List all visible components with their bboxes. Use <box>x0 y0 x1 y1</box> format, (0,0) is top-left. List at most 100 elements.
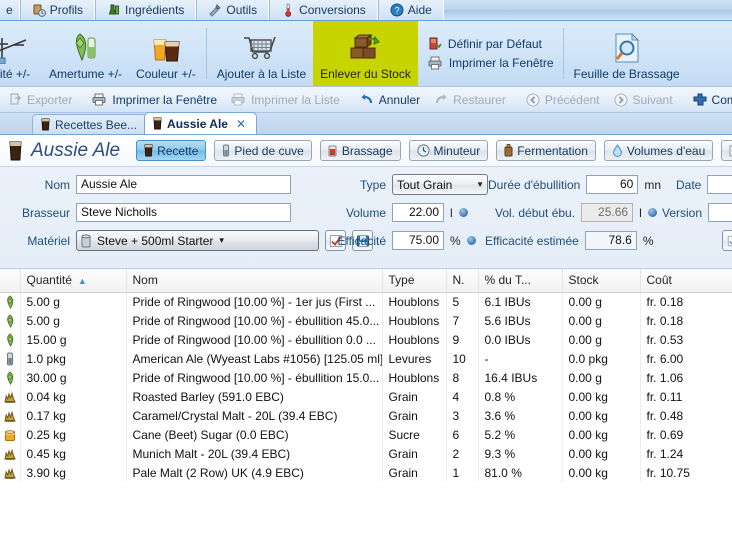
brasseur-input[interactable]: Steve Nicholls <box>76 203 291 222</box>
document-tab-aussie-ale[interactable]: Aussie Ale ✕ <box>144 112 257 134</box>
efficacite-input[interactable]: 75.00 <box>392 231 444 250</box>
cell-type: Grain <box>382 444 446 463</box>
command-export[interactable]: Exporter <box>2 93 79 107</box>
table-row[interactable]: 0.17 kgCaramel/Crystal Malt - 20L (39.4 … <box>0 406 732 425</box>
beer-glass-icon <box>8 140 23 162</box>
ribbon-button-color[interactable]: Couleur +/- <box>129 21 203 86</box>
ribbon-button-set-default[interactable]: Définir par Défaut <box>428 37 554 51</box>
ribbon-button-remove-stock[interactable]: Enlever du Stock <box>313 21 418 86</box>
command-next[interactable]: Suivant <box>607 93 680 107</box>
svg-text:?: ? <box>394 5 399 15</box>
hop-icon <box>4 295 16 309</box>
document-tab-recettes[interactable]: Recettes Bee... <box>32 114 148 134</box>
field-nom: Nom Aussie Ale <box>20 175 291 194</box>
menu-tab-ingredients[interactable]: Ingrédients <box>95 0 196 20</box>
grain-icon <box>4 409 16 423</box>
ingredients-icon <box>107 3 121 17</box>
recipe-form: Nom Aussie Ale Brasseur Steve Nicholls M… <box>0 167 732 269</box>
column-header-quantite[interactable]: Quantité▲ <box>20 269 126 292</box>
extra-button[interactable] <box>722 230 732 251</box>
nom-input[interactable]: Aussie Ale <box>76 175 291 194</box>
command-print-list[interactable]: Imprimer la Liste <box>224 93 347 107</box>
tab-brassage[interactable]: Brassage <box>320 140 401 161</box>
ribbon-button-label: Couleur +/- <box>136 67 196 81</box>
row-icon-cell <box>0 330 20 349</box>
volume-input[interactable]: 22.00 <box>392 203 444 222</box>
column-header-nom[interactable]: Nom <box>126 269 382 292</box>
ribbon-button-gravity[interactable]: sité +/- <box>0 21 42 86</box>
tab-pied-de-cuve[interactable]: Pied de cuve <box>214 140 311 161</box>
brew-sheet-icon <box>610 32 644 64</box>
cell-cout: fr. 0.69 <box>640 425 732 444</box>
menu-tab-clipped[interactable]: e <box>0 0 20 20</box>
command-print-window[interactable]: Imprimer la Fenêtre <box>85 93 224 107</box>
cell-stock: 0.00 kg <box>562 406 640 425</box>
column-label: % du T... <box>485 273 531 287</box>
command-redo[interactable]: Restaurer <box>427 93 513 107</box>
tab-minuteur[interactable]: Minuteur <box>409 140 489 161</box>
column-header-stock[interactable]: Stock <box>562 269 640 292</box>
menu-tab-aide[interactable]: ? Aide <box>378 0 444 20</box>
menu-tab-label: e <box>6 3 13 17</box>
command-addins[interactable]: Compléments <box>686 93 732 107</box>
ribbon-button-brew-sheet[interactable]: Feuille de Brassage <box>567 21 687 86</box>
ribbon-toolbar: sité +/- Amertume +/- Couleur +/- <box>0 21 732 87</box>
table-row[interactable]: 0.25 kgCane (Beet) Sugar (0.0 EBC)Sucre6… <box>0 425 732 444</box>
ribbon-button-print-window[interactable]: Imprimer la Fenêtre <box>428 56 554 70</box>
row-icon-cell <box>0 387 20 406</box>
forward-arrow-icon <box>614 93 628 107</box>
field-date: Date <box>676 175 732 194</box>
hop-icon <box>4 333 16 347</box>
chevron-down-icon: ▼ <box>470 180 484 189</box>
table-row[interactable]: 15.00 gPride of Ringwood [10.00 %] - ébu… <box>0 330 732 349</box>
table-row[interactable]: 5.00 gPride of Ringwood [10.00 %] - 1er … <box>0 292 732 311</box>
cell-stock: 0.00 kg <box>562 463 640 482</box>
cell-nom: Caramel/Crystal Malt - 20L (39.4 EBC) <box>126 406 382 425</box>
menu-tab-conversions[interactable]: Conversions <box>269 0 378 20</box>
tab-label: Pied de cuve <box>234 144 303 158</box>
printer-icon <box>92 93 107 106</box>
recipe-icon <box>144 144 153 157</box>
cell-n: 4 <box>446 387 478 406</box>
tab-label: Recette <box>157 144 198 158</box>
cell-percentage: 6.1 IBUs <box>478 292 562 311</box>
menu-tab-outils[interactable]: Outils <box>196 0 269 20</box>
ribbon-button-bitterness[interactable]: Amertume +/- <box>42 21 129 86</box>
ingredients-table-container[interactable]: Quantité▲ Nom Type N. % du T... Stock Co… <box>0 269 732 494</box>
efficacite-unit: % <box>450 234 461 248</box>
duree-ebullition-input[interactable]: 60 <box>586 175 638 194</box>
cell-type: Grain <box>382 406 446 425</box>
table-row[interactable]: 30.00 gPride of Ringwood [10.00 %] - ébu… <box>0 368 732 387</box>
cell-percentage: 16.4 IBUs <box>478 368 562 387</box>
ribbon-button-add-to-list[interactable]: Ajouter à la Liste <box>210 21 313 86</box>
column-header-type[interactable]: Type <box>382 269 446 292</box>
field-version: Version <box>662 203 732 222</box>
tab-label: Fermentation <box>517 144 588 158</box>
close-icon[interactable]: ✕ <box>236 117 246 131</box>
column-header-cout[interactable]: Coût <box>640 269 732 292</box>
field-label-date: Date <box>676 178 701 192</box>
tab-recette[interactable]: Recette <box>136 140 206 161</box>
date-input[interactable] <box>707 175 732 194</box>
command-undo[interactable]: Annuler <box>353 93 427 107</box>
tab-notes[interactable]: Notes <box>721 140 732 161</box>
table-row[interactable]: 5.00 gPride of Ringwood [10.00 %] - ébul… <box>0 311 732 330</box>
cell-type: Houblons <box>382 330 446 349</box>
menu-tab-profils[interactable]: Profils <box>20 0 95 20</box>
version-input[interactable] <box>708 203 732 222</box>
command-previous[interactable]: Précédent <box>519 93 607 107</box>
cell-nom: Pride of Ringwood [10.00 %] - ébullition… <box>126 311 382 330</box>
column-header-n[interactable]: N. <box>446 269 478 292</box>
table-row[interactable]: 3.90 kgPale Malt (2 Row) UK (4.9 EBC)Gra… <box>0 463 732 482</box>
table-row[interactable]: 0.04 kgRoasted Barley (591.0 EBC)Grain40… <box>0 387 732 406</box>
table-row[interactable]: 1.0 pkgAmerican Ale (Wyeast Labs #1056) … <box>0 349 732 368</box>
type-combobox[interactable]: Tout Grain ▼ <box>392 174 488 195</box>
export-icon <box>9 93 22 106</box>
materiel-combobox[interactable]: Steve + 500ml Starter ▾ <box>76 230 319 251</box>
tab-volumes-eau[interactable]: Volumes d'eau <box>604 140 713 161</box>
column-header-pourcentage[interactable]: % du T... <box>478 269 562 292</box>
tools-icon <box>208 3 222 17</box>
cell-stock: 0.00 kg <box>562 387 640 406</box>
table-row[interactable]: 0.45 kgMunich Malt - 20L (39.4 EBC)Grain… <box>0 444 732 463</box>
tab-fermentation[interactable]: Fermentation <box>496 140 596 161</box>
